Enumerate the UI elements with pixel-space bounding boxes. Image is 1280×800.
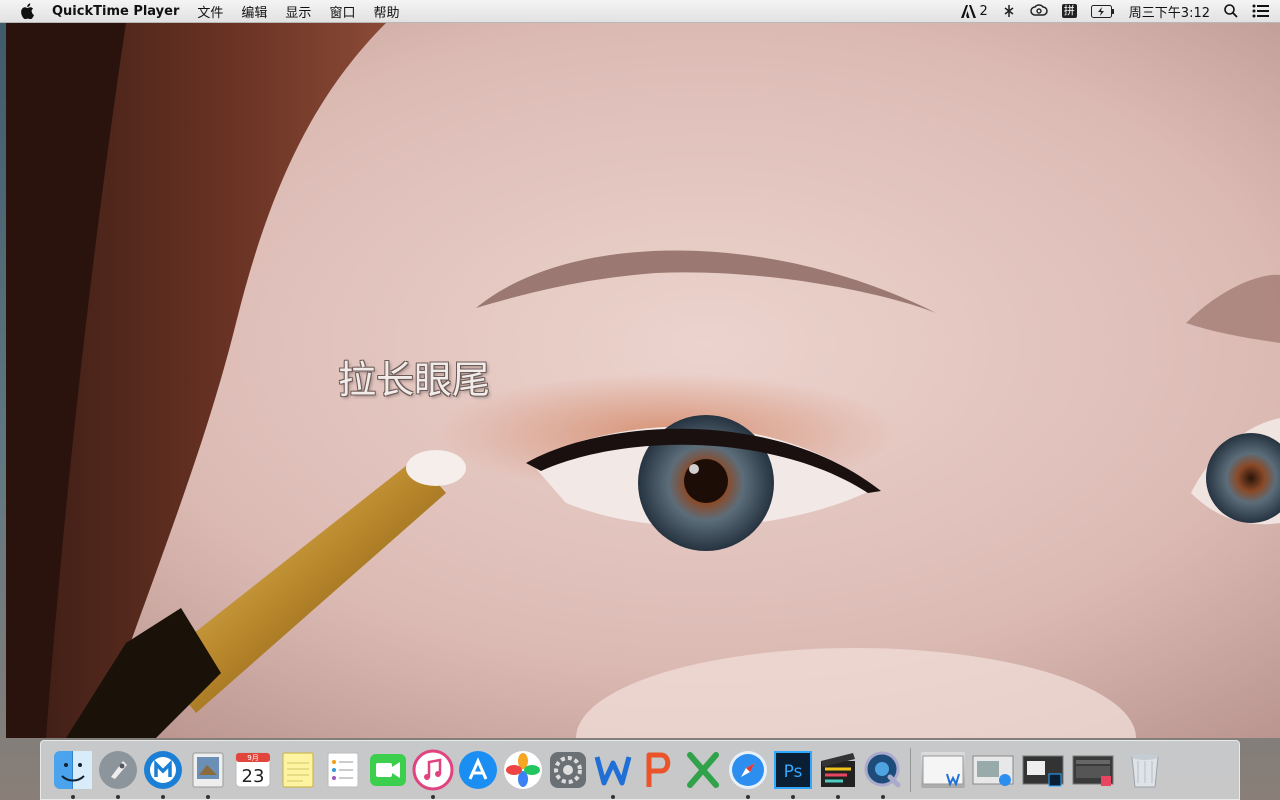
dock-preview[interactable] (184, 746, 232, 799)
app-store-icon (459, 751, 497, 789)
itunes-icon (412, 749, 454, 791)
dock-minimized-window-browser[interactable] (971, 752, 1015, 788)
wps-writer-icon (922, 755, 964, 787)
finder-icon (54, 751, 92, 789)
calendar-day-label: 23 (242, 766, 265, 787)
dock-photos[interactable] (499, 746, 547, 794)
battery-icon[interactable] (1090, 4, 1115, 18)
notes-icon (282, 752, 314, 788)
running-indicator (206, 795, 210, 799)
reminders-icon (327, 752, 359, 788)
dock-minimized-window-wps[interactable] (921, 752, 965, 788)
wps-spreadsheet-icon (687, 752, 719, 788)
running-indicator (71, 795, 75, 799)
wps-writer-icon (594, 756, 632, 786)
dock-itunes[interactable] (409, 746, 457, 799)
dock-system-preferences[interactable] (544, 746, 592, 794)
menu-view[interactable]: 显示 (285, 2, 311, 21)
safari-compass-icon (729, 751, 767, 789)
running-indicator (611, 795, 615, 799)
running-indicator (746, 795, 750, 799)
dock-wps-writer[interactable] (589, 746, 637, 799)
calendar-icon: 9月 23 (235, 752, 271, 788)
photoshop-icon: Ps (774, 751, 812, 789)
video-player-frame[interactable]: 拉长眼尾 (6, 23, 1280, 738)
running-indicator (116, 795, 120, 799)
adobe-icon (960, 4, 976, 18)
input-method-indicator[interactable]: 拼 (1061, 4, 1077, 18)
dock-separator (910, 748, 911, 792)
menu-edit[interactable]: 编辑 (241, 2, 267, 21)
dock-photoshop[interactable]: Ps (769, 746, 817, 799)
dock: 9月 23 Ps (40, 740, 1240, 800)
dock-calendar[interactable]: 9月 23 (229, 746, 277, 794)
dock-minimized-window-photoshop-2[interactable] (1071, 752, 1115, 788)
svg-text:Ps: Ps (784, 762, 803, 782)
running-indicator (836, 795, 840, 799)
dock-quicktime-player[interactable] (859, 746, 907, 799)
spotlight-search-icon[interactable] (1224, 4, 1238, 18)
dock-app-store[interactable] (454, 746, 502, 794)
dock-notes[interactable] (274, 746, 322, 794)
adobe-status-item[interactable]: 2 (960, 3, 988, 19)
dock-final-cut-pro[interactable] (814, 746, 862, 799)
video-caption: 拉长眼尾 (338, 358, 491, 402)
dock-wps-spreadsheet[interactable] (679, 746, 727, 794)
photos-icon (504, 751, 542, 789)
maxthon-icon (144, 751, 182, 789)
notification-center-icon[interactable] (1252, 4, 1270, 18)
network-icon[interactable] (1002, 4, 1016, 18)
menu-window[interactable]: 窗口 (329, 2, 355, 21)
trash-icon (1131, 754, 1159, 788)
dock-facetime[interactable] (364, 746, 412, 794)
menu-help[interactable]: 帮助 (373, 2, 399, 21)
dock-reminders[interactable] (319, 746, 367, 794)
running-indicator (431, 795, 435, 799)
menu-file[interactable]: 文件 (197, 2, 223, 21)
launchpad-rocket-icon (99, 751, 137, 789)
dock-safari[interactable] (724, 746, 772, 799)
dock-trash[interactable] (1121, 746, 1169, 794)
photoshop-icon (1022, 755, 1064, 787)
quicktime-icon (864, 751, 901, 788)
calendar-month-label: 9月 (247, 754, 258, 762)
preview-icon (192, 752, 224, 788)
running-indicator (791, 795, 795, 799)
final-cut-pro-icon (821, 753, 855, 787)
safari-compass-icon (972, 755, 1014, 786)
running-indicator (161, 795, 165, 799)
menu-bar: QuickTime Player 文件 编辑 显示 窗口 帮助 2 拼 周三下午… (0, 0, 1280, 23)
adobe-badge-count: 2 (979, 3, 988, 19)
dock-minimized-window-photoshop-1[interactable] (1021, 752, 1065, 788)
gear-icon (550, 752, 586, 788)
dock-finder[interactable] (49, 746, 97, 799)
menubar-clock[interactable]: 周三下午3:12 (1129, 2, 1210, 21)
dock-wps-presentation[interactable] (634, 746, 682, 794)
apple-menu-icon[interactable] (20, 3, 34, 19)
photoshop-icon (1072, 755, 1114, 786)
wps-presentation-icon (646, 752, 671, 787)
facetime-icon (370, 754, 406, 786)
app-menu[interactable]: QuickTime Player (52, 4, 179, 19)
dock-maxthon[interactable] (139, 746, 187, 799)
dock-launchpad[interactable] (94, 746, 142, 799)
video-frame-image (6, 23, 1280, 738)
creative-cloud-icon[interactable] (1030, 4, 1048, 18)
running-indicator (881, 795, 885, 799)
